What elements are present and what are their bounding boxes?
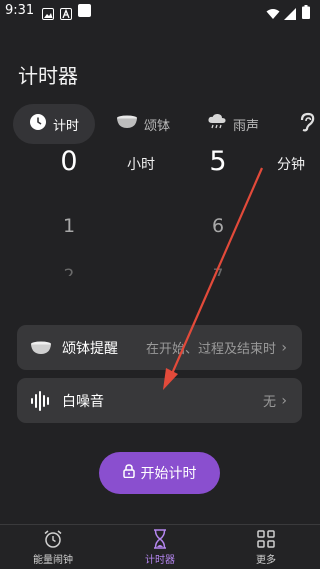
notification-font-icon [60, 5, 72, 20]
grid-icon [257, 529, 275, 549]
ear-icon [298, 112, 316, 136]
hours-unit-label: 小时 [127, 157, 155, 173]
nav-more[interactable]: 更多 [226, 529, 306, 566]
tab-timer[interactable]: 计时 [13, 104, 95, 144]
hours-selected-value[interactable]: 0 [49, 146, 89, 177]
nav-timer[interactable]: 计时器 [120, 529, 200, 566]
sound-mode-tabs: 计时 颂钵 雨声 [0, 104, 320, 144]
bowl-reminder-row[interactable]: 颂钵提醒 在开始、过程及结束时 › [17, 325, 302, 370]
lock-icon [122, 464, 135, 482]
minutes-unit-label: 分钟 [277, 157, 305, 173]
clock-icon [29, 113, 47, 135]
hours-next-value[interactable]: 1 [49, 215, 89, 237]
tab-rain[interactable]: 雨声 [207, 104, 259, 144]
bowl-reminder-label: 颂钵提醒 [62, 340, 118, 357]
tab-singing-bowl[interactable]: 颂钵 [116, 104, 170, 144]
nav-timer-label: 计时器 [145, 555, 175, 566]
nav-more-label: 更多 [256, 555, 276, 566]
tab-rain-label: 雨声 [233, 118, 260, 134]
start-timer-button[interactable]: 开始计时 [99, 452, 220, 494]
white-noise-label: 白噪音 [62, 393, 104, 410]
status-bar: 9:31 [0, 0, 320, 24]
chevron-right-icon: › [281, 392, 287, 409]
tab-singing-bowl-label: 颂钵 [144, 118, 171, 134]
sound-wave-icon [30, 390, 52, 412]
rain-cloud-icon [207, 113, 227, 135]
tab-timer-label: 计时 [52, 118, 79, 134]
minutes-selected-value[interactable]: 5 [198, 146, 238, 177]
page-title: 计时器 [18, 64, 78, 88]
bowl-icon [116, 115, 138, 133]
white-noise-row[interactable]: 白噪音 无 › [17, 378, 302, 423]
white-noise-value: 无 [262, 395, 276, 410]
time-picker[interactable]: 0 小时 5 分钟 1 6 2 7 [0, 146, 320, 278]
chevron-right-icon: › [281, 339, 287, 356]
start-timer-label: 开始计时 [140, 466, 197, 482]
tab-more-sounds-partial[interactable] [298, 104, 316, 144]
hours-next2-value[interactable]: 2 [49, 266, 89, 276]
nav-energy-alarm-label: 能量闹钟 [33, 555, 73, 566]
hourglass-icon [152, 529, 168, 549]
bowl-icon [30, 337, 52, 359]
battery-icon [302, 4, 310, 23]
minutes-next-value[interactable]: 6 [198, 215, 238, 237]
status-time: 9:31 [5, 3, 35, 18]
minutes-next2-value[interactable]: 7 [198, 266, 238, 276]
alarm-clock-icon [43, 529, 63, 549]
nav-energy-alarm[interactable]: 能量闹钟 [13, 529, 93, 566]
bottom-navigation: 能量闹钟 计时器 更多 [0, 524, 320, 569]
signal-icon [284, 5, 296, 24]
bowl-reminder-value: 在开始、过程及结束时 [145, 342, 276, 357]
notification-image-icon [42, 5, 54, 20]
wifi-icon [266, 5, 280, 24]
notification-square-icon [78, 4, 91, 17]
